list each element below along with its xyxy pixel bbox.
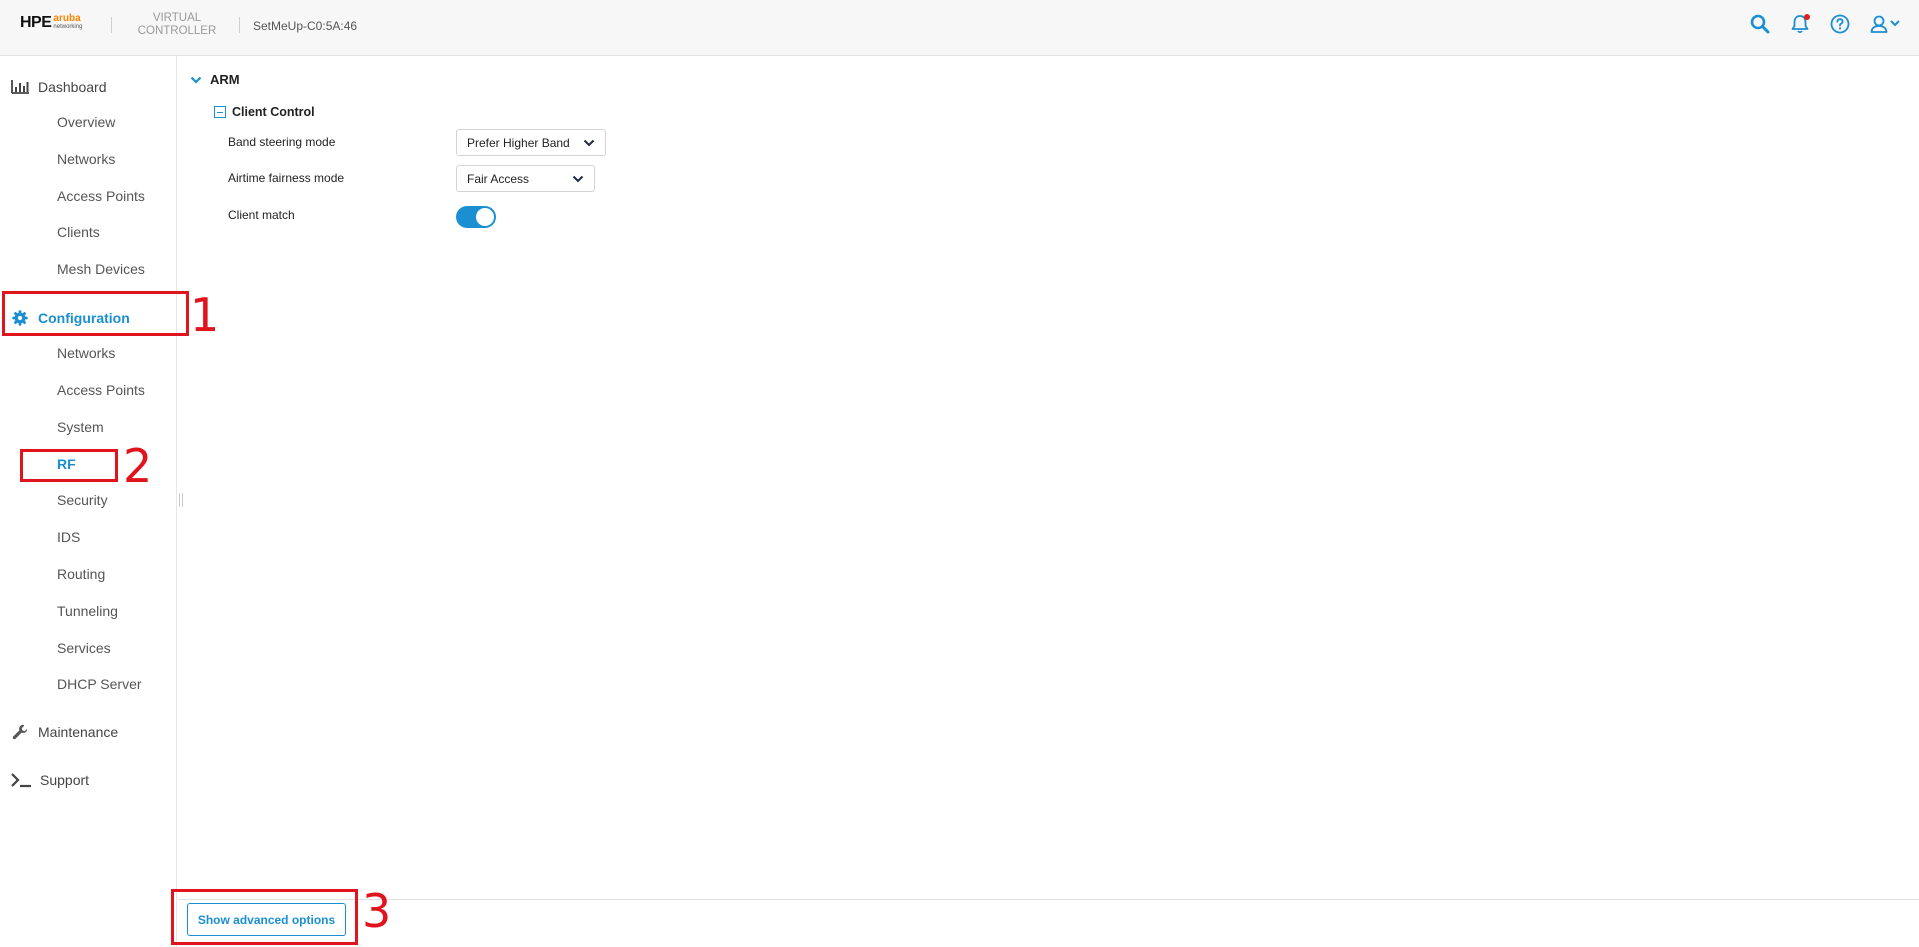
wrench-icon: [12, 724, 28, 740]
sidebar-section-label: Maintenance: [38, 724, 119, 740]
product-name: VIRTUAL CONTROLLER: [137, 12, 217, 37]
airtime-fairness-label: Airtime fairness mode: [228, 171, 345, 185]
gear-icon: [12, 310, 28, 326]
annotation-number-1: 1: [190, 288, 220, 342]
header-divider: [239, 17, 240, 33]
sidebar-item-clients[interactable]: Clients: [57, 224, 100, 240]
top-header: HPE aruba networking VIRTUAL CONTROLLER …: [0, 0, 1919, 56]
sidebar-item-services[interactable]: Services: [57, 640, 111, 656]
main-content: ARM Client Control Band steering mode Pr…: [178, 56, 1919, 947]
sidebar-section-support[interactable]: Support: [10, 771, 89, 789]
client-match-label: Client match: [228, 208, 295, 222]
brand-hpe: HPE: [20, 14, 52, 31]
sidebar-section-configuration[interactable]: Configuration: [10, 309, 130, 327]
client-match-toggle[interactable]: [456, 206, 496, 228]
sidebar-section-label: Support: [40, 772, 90, 788]
arm-section-header[interactable]: ARM: [190, 72, 240, 87]
show-advanced-options-button[interactable]: Show advanced options: [187, 903, 346, 936]
sidebar-section-label: Configuration: [38, 310, 130, 326]
bar-chart-icon: [11, 80, 29, 94]
collapse-icon[interactable]: [214, 106, 226, 118]
sidebar-item-rf[interactable]: RF: [57, 456, 76, 472]
toggle-knob: [476, 208, 494, 226]
sidebar: Dashboard Overview Networks Access Point…: [0, 56, 177, 947]
band-steering-label: Band steering mode: [228, 135, 336, 149]
terminal-icon: [11, 773, 31, 788]
sidebar-item-dashboard-networks[interactable]: Networks: [57, 151, 115, 167]
footer-divider: [178, 899, 1919, 900]
chevron-down-icon: [572, 175, 584, 182]
band-steering-value: Prefer Higher Band: [467, 135, 570, 150]
band-steering-select[interactable]: Prefer Higher Band: [456, 129, 606, 156]
help-icon[interactable]: [1829, 13, 1851, 35]
annotation-number-2: 2: [123, 439, 153, 493]
header-divider: [111, 17, 112, 33]
sidebar-item-mesh-devices[interactable]: Mesh Devices: [57, 261, 145, 277]
search-icon[interactable]: [1749, 13, 1771, 35]
airtime-fairness-value: Fair Access: [467, 171, 530, 186]
sidebar-section-maintenance[interactable]: Maintenance: [10, 723, 118, 741]
client-control-title: Client Control: [232, 105, 315, 119]
sidebar-item-overview[interactable]: Overview: [57, 114, 115, 130]
sidebar-item-config-access-points[interactable]: Access Points: [57, 382, 145, 398]
sidebar-item-routing[interactable]: Routing: [57, 566, 105, 582]
annotation-number-3: 3: [362, 884, 392, 938]
notification-dot: [1804, 14, 1810, 20]
chevron-down-icon: [190, 76, 202, 84]
chevron-down-icon: [583, 139, 595, 146]
sidebar-item-tunneling[interactable]: Tunneling: [57, 603, 118, 619]
arm-section-title: ARM: [210, 72, 240, 87]
sidebar-item-dhcp-server[interactable]: DHCP Server: [57, 676, 142, 692]
sidebar-section-label: Dashboard: [38, 79, 107, 95]
sidebar-item-dashboard-access-points[interactable]: Access Points: [57, 188, 145, 204]
sidebar-item-ids[interactable]: IDS: [57, 529, 80, 545]
sidebar-item-security[interactable]: Security: [57, 492, 108, 508]
hpe-aruba-logo[interactable]: HPE aruba networking: [20, 14, 82, 32]
sidebar-item-config-networks[interactable]: Networks: [57, 345, 115, 361]
brand-networking: networking: [53, 24, 83, 30]
client-control-group: Client Control: [214, 105, 315, 119]
controller-hostname: SetMeUp-C0:5A:46: [253, 19, 358, 33]
brand-aruba: aruba: [53, 13, 81, 24]
airtime-fairness-select[interactable]: Fair Access: [456, 165, 595, 192]
user-menu-icon[interactable]: [1869, 13, 1903, 35]
sidebar-item-system[interactable]: System: [57, 419, 104, 435]
sidebar-section-dashboard[interactable]: Dashboard: [10, 78, 107, 96]
bell-icon[interactable]: [1789, 13, 1811, 35]
